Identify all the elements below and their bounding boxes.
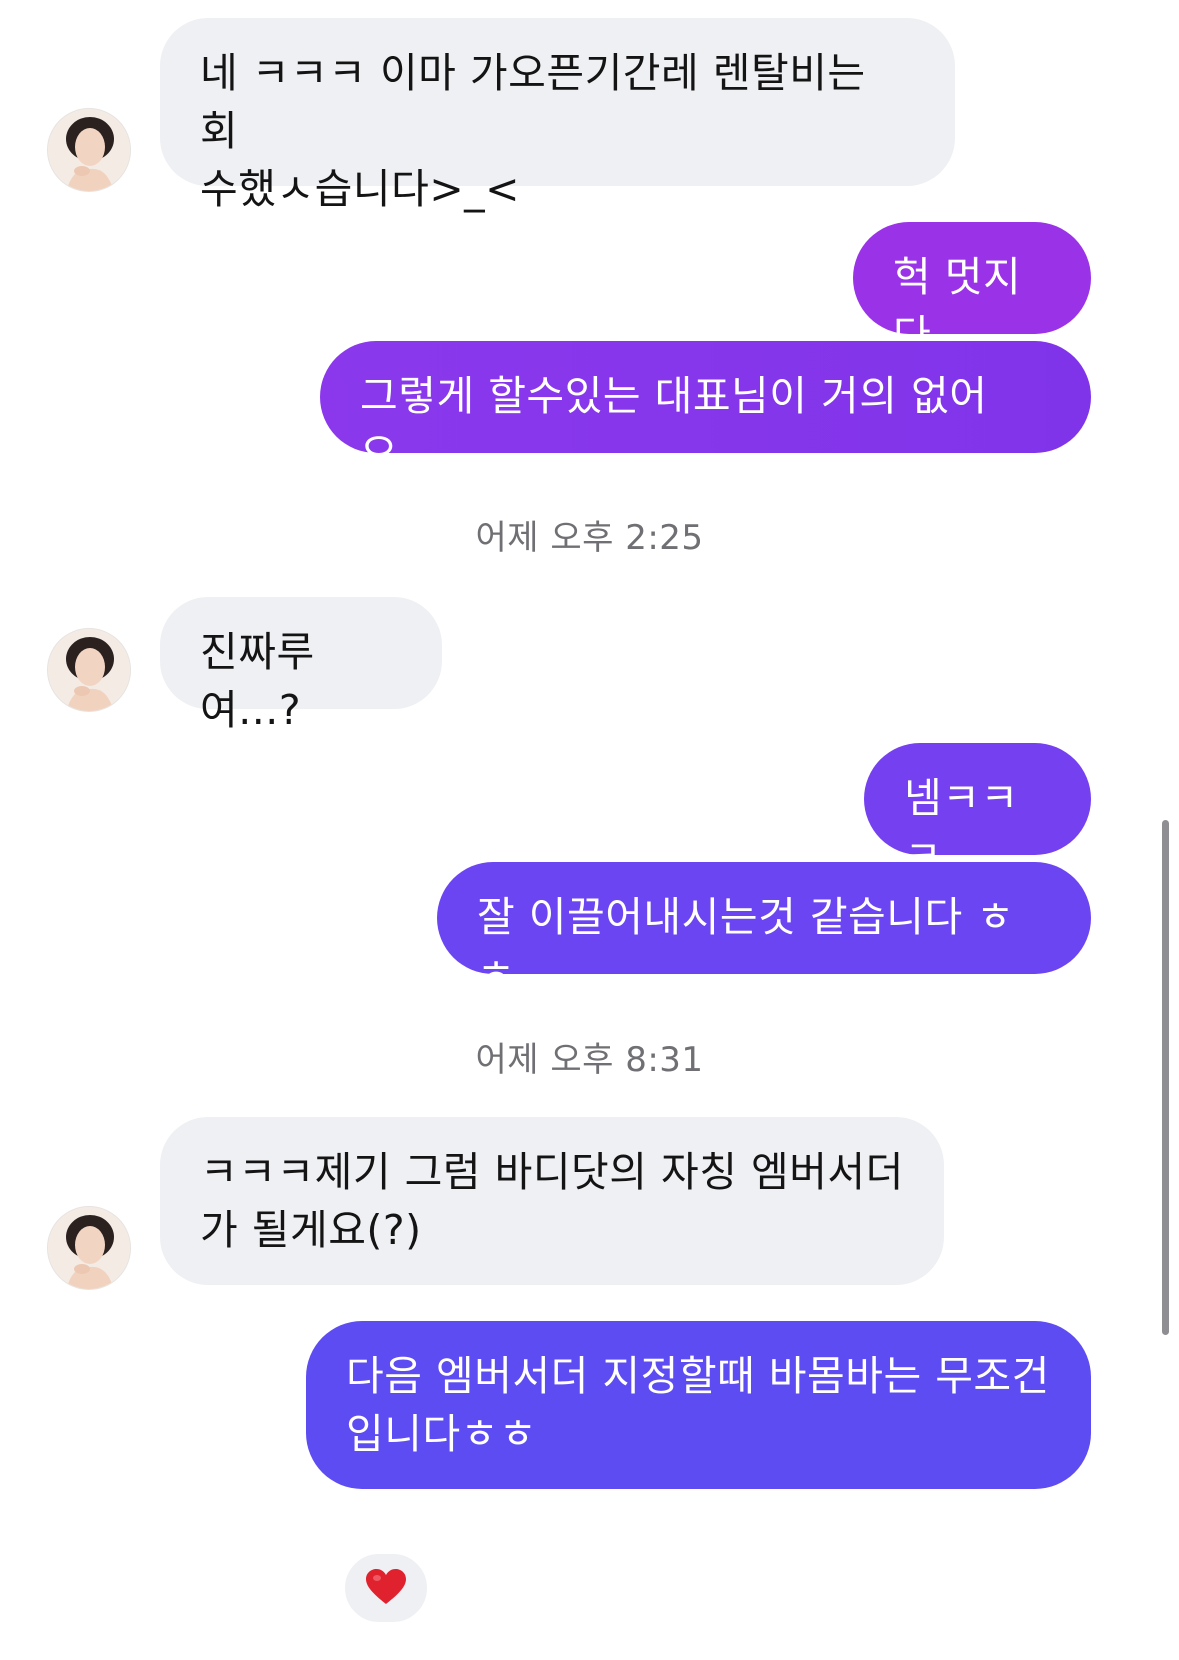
message-bubble-outgoing[interactable]: 다음 엠버서더 지정할때 바몸바는 무조건 입니다ㅎㅎ: [306, 1321, 1091, 1489]
chat-thread[interactable]: 네 ㅋㅋㅋ 이마 가오픈기간레 렌탈비는 회 수했ㅅ습니다>_< 헉 멋지다 그…: [0, 0, 1179, 1660]
message-reaction[interactable]: [342, 1551, 430, 1625]
message-bubble-outgoing[interactable]: 그렇게 할수있는 대표님이 거의 없어요..: [320, 341, 1091, 478]
contact-avatar[interactable]: [47, 628, 131, 712]
timestamp: 어제 오후 2:25: [475, 518, 704, 558]
message-bubble-outgoing[interactable]: 넴ㅋㅋㅋ: [864, 743, 1091, 880]
message-bubble-outgoing[interactable]: 헉 멋지다: [853, 222, 1091, 359]
heart-icon: [366, 1569, 406, 1604]
contact-avatar[interactable]: [47, 1206, 131, 1290]
message-bubble-outgoing[interactable]: 잘 이끌어내시는것 같습니다 ㅎㅎ: [437, 862, 1091, 999]
timestamp: 어제 오후 8:31: [475, 1040, 704, 1080]
message-bubble-incoming[interactable]: 네 ㅋㅋㅋ 이마 가오픈기간레 렌탈비는 회 수했ㅅ습니다>_<: [160, 18, 955, 213]
scrollbar[interactable]: [1162, 820, 1169, 1335]
message-bubble-incoming[interactable]: ㅋㅋㅋ제기 그럼 바디닷의 자칭 엠버서더 가 될게요(?): [160, 1117, 944, 1285]
contact-avatar[interactable]: [47, 108, 131, 192]
message-bubble-incoming[interactable]: 진짜루여...?: [160, 597, 442, 734]
